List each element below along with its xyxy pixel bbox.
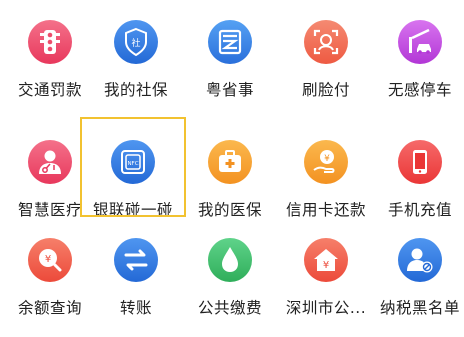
service-my-medical-insurance[interactable]: 我的医保 [180,120,280,219]
service-label: 交通罚款 [17,81,82,99]
selection-highlight [80,117,186,217]
svg-text:社: 社 [131,37,140,49]
service-label: 信用卡还款 [285,201,366,219]
yuan-house-icon: ¥ [304,238,348,282]
service-tax-blacklist[interactable]: 纳税黑名单 [370,218,464,317]
service-label: 手机充值 [387,201,452,219]
service-label: 我的医保 [197,201,262,219]
svg-text:¥: ¥ [323,260,329,271]
service-traffic-fines[interactable]: 交通罚款 [0,0,100,99]
service-label: 深圳市公... [285,299,367,317]
yue-sheng-shi-logo-icon [208,20,252,64]
water-drop-icon [208,238,252,282]
phone-icon [398,140,442,184]
service-label: 余额查询 [17,299,82,317]
medical-kit-icon [208,140,252,184]
service-label: 纳税黑名单 [379,299,460,317]
social-security-shield-icon: 社 [114,20,158,64]
service-credit-card-repayment[interactable]: ¥ 信用卡还款 [276,120,376,219]
svg-text:¥: ¥ [45,254,51,265]
service-label: 公共缴费 [197,299,262,317]
service-my-social-security[interactable]: 社 我的社保 [86,0,186,99]
doctor-icon [28,140,72,184]
barrier-car-icon [398,20,442,64]
service-mobile-top-up[interactable]: 手机充值 [370,120,464,219]
service-label: 刷脸付 [301,81,350,99]
service-public-utilities[interactable]: 公共缴费 [180,218,280,317]
service-shenzhen-housing-fund[interactable]: ¥ 深圳市公... [276,218,376,317]
service-contactless-parking[interactable]: 无感停车 [370,0,464,99]
yuan-hand-icon: ¥ [304,140,348,184]
service-balance-inquiry[interactable]: ¥ 余额查询 [0,218,100,317]
service-label: 我的社保 [103,81,168,99]
traffic-light-icon [28,20,72,64]
service-label: 粤省事 [205,81,254,99]
yuan-search-icon: ¥ [28,238,72,282]
service-face-pay[interactable]: 刷脸付 [276,0,376,99]
transfer-arrows-icon [114,238,158,282]
service-label: 转账 [119,299,152,317]
user-block-icon [398,238,442,282]
service-transfer[interactable]: 转账 [86,218,186,317]
face-scan-icon [304,20,348,64]
svg-text:¥: ¥ [324,154,330,164]
services-grid: 交通罚款 社 我的社保 粤省事 刷脸付 无感停车 智慧医疗 NFC 银联碰一碰 … [0,0,464,337]
service-yue-sheng-shi[interactable]: 粤省事 [180,0,280,99]
service-label: 无感停车 [387,81,452,99]
